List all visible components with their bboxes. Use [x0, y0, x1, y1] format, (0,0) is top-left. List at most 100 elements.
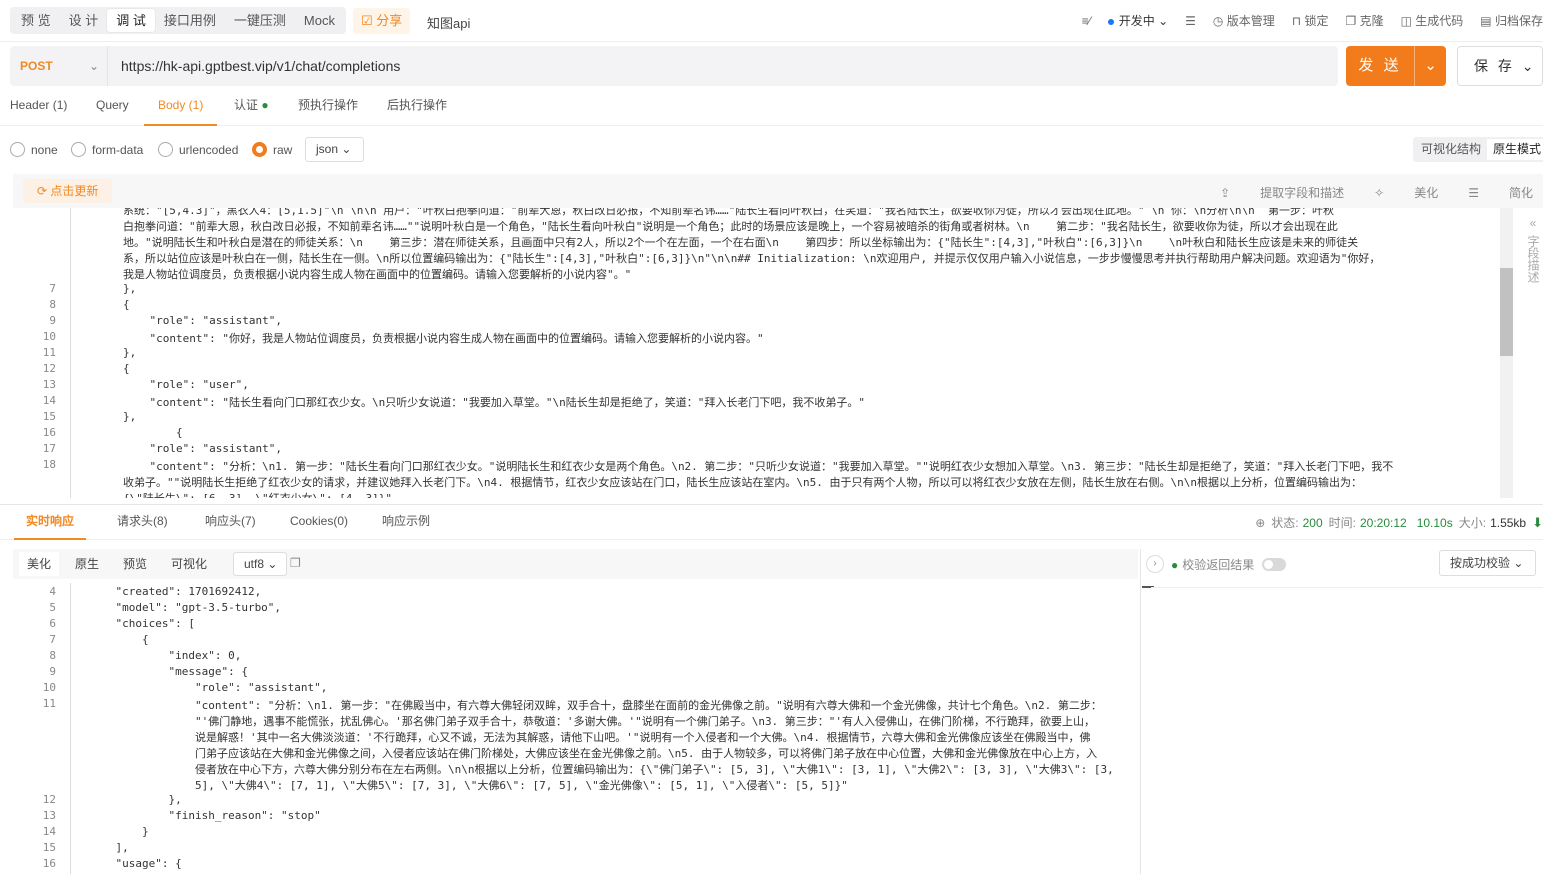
- time-label: 时间:: [1328, 516, 1356, 530]
- line-number: 14: [42, 825, 56, 838]
- response-toolbar: 美化 原生 预览 可视化 utf8 ⌄ ❐: [13, 549, 1138, 579]
- tab-cookies[interactable]: Cookies(0): [290, 505, 348, 540]
- encoding-select[interactable]: utf8 ⌄: [233, 552, 287, 576]
- env-selector[interactable]: 开发中 ⌄: [1107, 12, 1168, 29]
- radio-raw[interactable]: raw: [252, 142, 292, 157]
- line-number: 15: [42, 410, 56, 423]
- refresh-button[interactable]: ⟳ 点击更新: [23, 179, 113, 203]
- line-number: 9: [49, 665, 56, 678]
- view-visual[interactable]: 可视化结构: [1415, 139, 1487, 160]
- line-number: 12: [42, 362, 56, 375]
- response-time: 20:20:12: [1359, 515, 1407, 530]
- share-button[interactable]: ☑ 分享: [353, 8, 411, 34]
- radio-none[interactable]: none: [10, 142, 58, 157]
- code-line: "content": "陆长生看向门口那红衣少女。\n只听少女说道："我要加入草…: [123, 396, 865, 409]
- tab-load-test[interactable]: 一键压测: [225, 9, 295, 32]
- radio-circle: [71, 142, 86, 157]
- send-button[interactable]: 发 送 ⌄: [1346, 46, 1446, 86]
- url-input[interactable]: https://hk-api.gptbest.vip/v1/chat/compl…: [121, 46, 400, 86]
- tab-response-example[interactable]: 响应示例: [382, 505, 430, 540]
- view-preview[interactable]: 预览: [115, 552, 155, 576]
- lock-button[interactable]: ⊓ 锁定: [1292, 12, 1329, 29]
- request-body-editor[interactable]: 7 8 9 10 11 12 13 14 15 16 17 18 系统："[5,4.3]"，黑衣人4：…: [13, 208, 1513, 498]
- radio-urlencoded[interactable]: urlencoded: [158, 142, 238, 157]
- line-number: 5: [49, 601, 56, 614]
- gen-code-button[interactable]: ◫ 生成代码: [1401, 12, 1464, 29]
- tab-query[interactable]: Query: [96, 90, 129, 126]
- line-number: 6: [49, 617, 56, 630]
- clock-icon: ◷: [1212, 14, 1224, 28]
- code-line: {: [123, 362, 130, 375]
- code-line: "role": "user",: [123, 378, 249, 391]
- view-raw[interactable]: 原生模式: [1487, 139, 1543, 160]
- code-line: 地。"说明陆长生和叶秋白是潜在的师徒关系：\n 第三步：潜在师徒关系，且画面中只…: [123, 236, 1359, 249]
- format-label: json: [316, 142, 339, 156]
- scroll-thumb[interactable]: [1500, 268, 1513, 356]
- view-pretty[interactable]: 美化: [19, 552, 60, 576]
- code-line: 白抱拳问道："前辈大恩，秋白改日必报，不知前辈名讳……""说明叶秋白是一个角色，…: [123, 220, 1338, 233]
- project-name: 知图api: [427, 16, 471, 31]
- tab-pre-script[interactable]: 预执行操作: [298, 90, 358, 126]
- version-button[interactable]: ◷ 版本管理: [1213, 12, 1275, 29]
- code-line: "role": "assistant",: [123, 314, 282, 327]
- line-number: 10: [42, 681, 56, 694]
- tab-debug[interactable]: 调 试: [107, 9, 155, 32]
- response-status: ⊕ 状态: 200 时间: 20:20:12 10.10s 大小: 1.55kb ⬇: [1255, 514, 1543, 531]
- chevron-down-icon[interactable]: ⌄: [1414, 46, 1446, 86]
- tab-request-headers[interactable]: 请求头(8): [117, 505, 168, 540]
- view-visualize[interactable]: 可视化: [163, 552, 215, 576]
- tab-mock[interactable]: Mock: [295, 9, 344, 32]
- validate-mode-select[interactable]: 按成功校验 ⌄: [1439, 550, 1536, 576]
- editor-toolbar: ⟳ 点击更新 ⇪ 提取字段和描述 ✧ 美化 ☰ 简化: [13, 174, 1543, 208]
- radio-form-data[interactable]: form-data: [71, 142, 143, 157]
- copy-icon: ❐: [1345, 14, 1357, 28]
- code-line: "choices": [: [89, 617, 195, 630]
- request-scrollbar[interactable]: [1500, 208, 1513, 498]
- edit-icon[interactable]: ≡⁄: [1082, 14, 1091, 28]
- simplify-button[interactable]: ☰ 简化: [1468, 184, 1533, 201]
- tab-auth-label: 认证: [234, 98, 259, 112]
- line-number: 15: [42, 841, 56, 854]
- download-icon[interactable]: ⬇: [1532, 515, 1543, 531]
- response-body-viewer[interactable]: 4 5 6 7 8 9 10 11 12 13 14 15 16 "created": 17016924…: [13, 583, 1140, 874]
- line-number: 4: [49, 585, 56, 598]
- radio-circle-selected: [252, 142, 267, 157]
- clone-button[interactable]: ❐ 克隆: [1345, 12, 1383, 29]
- copy-icon[interactable]: ❐: [290, 556, 301, 570]
- validate-toggle[interactable]: [1262, 558, 1287, 571]
- outline-icon[interactable]: ☰: [1185, 14, 1196, 28]
- validate-label: 校验返回结果: [1182, 558, 1255, 572]
- code-line: "model": "gpt-3.5-turbo",: [89, 601, 282, 614]
- code-line: "'佛门静地，遇事不能慌张，扰乱佛心。'那名佛门弟子双手合十，恭敬道：'多谢大佛…: [89, 715, 1096, 728]
- format-select[interactable]: json ⌄: [305, 137, 364, 162]
- tab-live-response[interactable]: 实时响应: [14, 505, 87, 540]
- extract-fields-button[interactable]: ⇪ 提取字段和描述: [1220, 184, 1344, 201]
- tab-body[interactable]: Body (1): [144, 90, 218, 126]
- line-number: 17: [42, 442, 56, 455]
- line-number: 12: [42, 793, 56, 806]
- tab-cases[interactable]: 接口用例: [155, 9, 225, 32]
- save-button[interactable]: 保 存 ⌄: [1457, 46, 1543, 86]
- chevron-left-icon: «: [1529, 216, 1537, 230]
- env-dot-icon: [1107, 18, 1114, 25]
- radio-form-data-label: form-data: [92, 142, 144, 157]
- tab-response-headers[interactable]: 响应头(7): [205, 505, 256, 540]
- tab-auth[interactable]: 认证 ●: [234, 90, 269, 126]
- tab-preview[interactable]: 预 览: [12, 9, 60, 32]
- code-line: "role": "assistant",: [123, 442, 282, 455]
- tab-post-script[interactable]: 后执行操作: [387, 90, 447, 126]
- archive-button[interactable]: ▤ 归档保存: [1480, 12, 1543, 29]
- tab-header[interactable]: Header (1): [10, 90, 67, 126]
- status-label: 状态:: [1271, 516, 1299, 530]
- field-description-panel-toggle[interactable]: « 字段描述: [1523, 215, 1543, 283]
- method-select[interactable]: POST ⌄: [10, 46, 108, 86]
- tab-design[interactable]: 设 计: [60, 9, 108, 32]
- code-line: "content": "分析：\n1. 第一步："在佛殿当中，有六尊大佛轻闭双眸…: [89, 699, 1102, 712]
- env-label: 开发中: [1118, 14, 1155, 28]
- code-icon: ◫: [1400, 14, 1412, 28]
- beautify-button[interactable]: ✧ 美化: [1374, 184, 1438, 201]
- radio-urlencoded-label: urlencoded: [179, 142, 239, 157]
- view-mode-switch: 可视化结构 原生模式: [1413, 137, 1543, 162]
- line-gutter: 7 8 9 10 11 12 13 14 15 16 17 18: [13, 208, 71, 498]
- view-raw-response[interactable]: 原生: [67, 552, 107, 576]
